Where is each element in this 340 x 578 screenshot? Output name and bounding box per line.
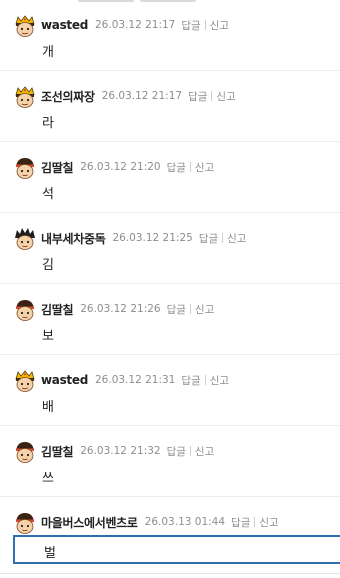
- reply-link[interactable]: 답글: [167, 444, 186, 459]
- divider: [254, 517, 256, 527]
- comment-list: wasted 26.03.12 21:17 답글 신고 개 조선의짜장 26.0…: [0, 0, 340, 578]
- reply-link[interactable]: 답글: [231, 515, 250, 530]
- reply-link[interactable]: 답글: [181, 373, 200, 388]
- report-link[interactable]: 신고: [195, 444, 214, 459]
- comment-text: 김: [42, 258, 54, 273]
- reply-link[interactable]: 답글: [188, 89, 207, 104]
- bottom-divider: [0, 573, 340, 574]
- comment-date: 26.03.12 21:26: [80, 303, 161, 315]
- comment-item: 김딸칠 26.03.12 21:20 답글 신고 석: [0, 142, 340, 213]
- crown-king-avatar-icon: [13, 14, 37, 38]
- comment-meta: wasted 26.03.12 21:17 답글 신고: [41, 16, 229, 34]
- comment-date: 26.03.12 21:25: [112, 232, 193, 244]
- comment-date: 26.03.12 21:32: [80, 445, 161, 457]
- comment-author[interactable]: 김딸칠: [41, 301, 74, 318]
- comment-item: 내부세차중독 26.03.12 21:25 답글 신고 김: [0, 213, 340, 284]
- report-link[interactable]: 신고: [210, 18, 229, 33]
- comment-date: 26.03.12 21:31: [95, 374, 176, 386]
- divider: [211, 91, 213, 101]
- divider: [204, 20, 206, 30]
- spiky-hair-avatar-icon: [13, 227, 37, 251]
- comment-text: 배: [42, 400, 54, 415]
- divider: [189, 162, 191, 172]
- comment-item: 김딸칠 26.03.12 21:26 답글 신고 보: [0, 284, 340, 355]
- report-link[interactable]: 신고: [216, 89, 235, 104]
- comment-text: 석: [42, 187, 54, 202]
- divider: [222, 233, 224, 243]
- comment-item: wasted 26.03.12 21:31 답글 신고 배: [0, 355, 340, 426]
- crown-king-avatar-icon: [13, 369, 37, 393]
- comment-author[interactable]: wasted: [41, 373, 88, 387]
- comment-date: 26.03.12 21:17: [95, 19, 176, 31]
- report-link[interactable]: 신고: [259, 515, 278, 530]
- headband-boy-avatar-icon: [13, 156, 37, 180]
- comment-meta: 마을버스에서벤츠로 26.03.13 01:44 답글 신고: [41, 513, 279, 531]
- reply-link[interactable]: 답글: [181, 18, 200, 33]
- comment-author[interactable]: 마을버스에서벤츠로: [41, 514, 138, 531]
- comment-date: 26.03.12 21:20: [80, 161, 161, 173]
- crown-king-avatar-icon: [13, 85, 37, 109]
- divider: [204, 375, 206, 385]
- comment-date: 26.03.13 01:44: [144, 516, 226, 528]
- comment-author[interactable]: 김딸칠: [41, 159, 74, 176]
- reply-link[interactable]: 답글: [199, 231, 218, 246]
- comment-text: 보: [42, 329, 54, 344]
- comment-meta: 조선의짜장 26.03.12 21:17 답글 신고: [41, 87, 236, 105]
- comment-author[interactable]: 내부세차중독: [41, 230, 106, 247]
- comment-author[interactable]: wasted: [41, 18, 88, 32]
- comment-text: 라: [42, 116, 54, 131]
- comment-text: 쓰: [42, 471, 54, 486]
- reply-link[interactable]: 답글: [167, 302, 186, 317]
- comment-meta: 김딸칠 26.03.12 21:32 답글 신고: [41, 442, 214, 460]
- comment-author[interactable]: 조선의짜장: [41, 88, 95, 105]
- comment-meta: wasted 26.03.12 21:31 답글 신고: [41, 371, 229, 389]
- report-link[interactable]: 신고: [195, 160, 214, 175]
- report-link[interactable]: 신고: [210, 373, 229, 388]
- comment-text: 벌: [44, 546, 56, 561]
- headband-boy-avatar-icon: [13, 440, 37, 464]
- reply-link[interactable]: 답글: [167, 160, 186, 175]
- comment-date: 26.03.12 21:17: [101, 90, 183, 102]
- comment-meta: 김딸칠 26.03.12 21:20 답글 신고: [41, 158, 214, 176]
- divider: [189, 304, 191, 314]
- comment-text: 개: [42, 45, 54, 60]
- selected-comment-highlight[interactable]: 벌: [13, 535, 340, 564]
- report-link[interactable]: 신고: [227, 231, 246, 246]
- comment-meta: 김딸칠 26.03.12 21:26 답글 신고: [41, 300, 214, 318]
- divider: [189, 446, 191, 456]
- comment-item: 조선의짜장 26.03.12 21:17 답글 신고 라: [0, 71, 340, 142]
- comment-author[interactable]: 김딸칠: [41, 443, 74, 460]
- comment-item: wasted 26.03.12 21:17 답글 신고 개: [0, 0, 340, 71]
- headband-boy-avatar-icon: [13, 298, 37, 322]
- comment-meta: 내부세차중독 26.03.12 21:25 답글 신고: [41, 229, 246, 247]
- headband-boy-avatar-icon: [13, 511, 37, 535]
- comment-item: 김딸칠 26.03.12 21:32 답글 신고 쓰: [0, 426, 340, 497]
- report-link[interactable]: 신고: [195, 302, 214, 317]
